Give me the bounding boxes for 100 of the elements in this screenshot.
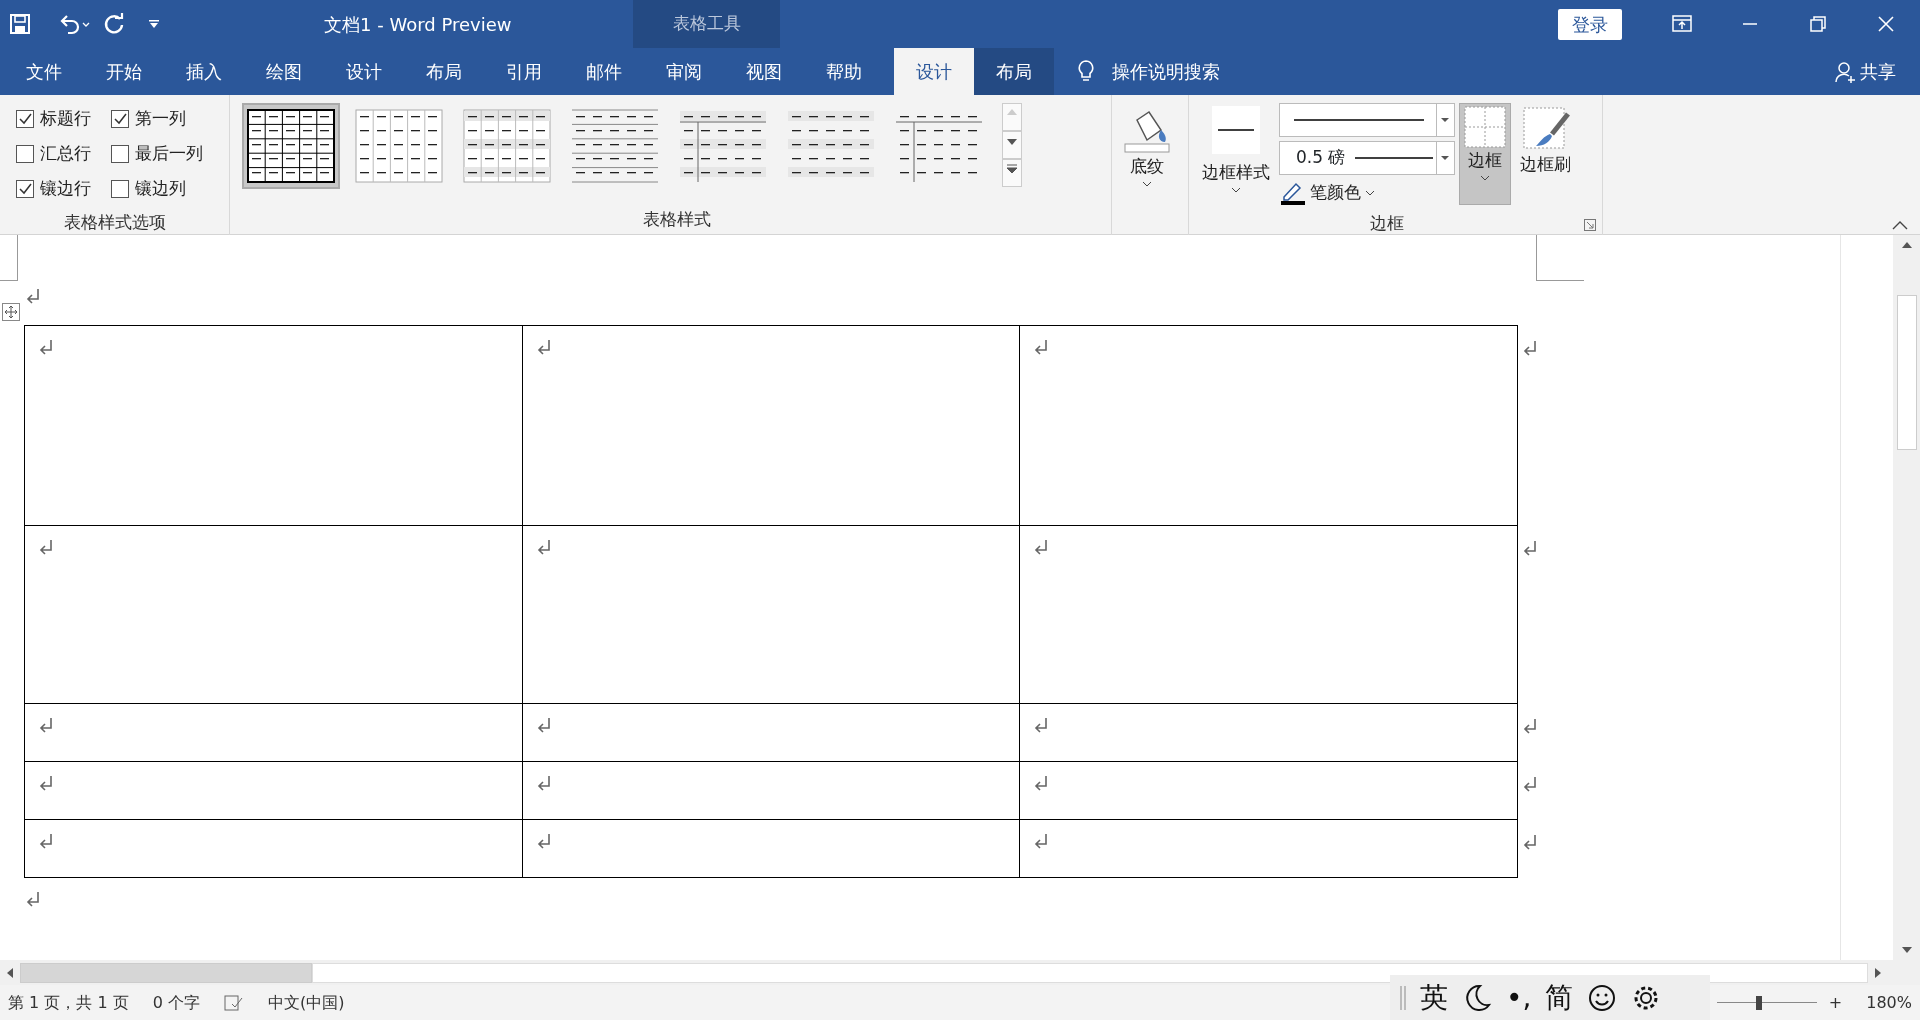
paragraph-mark-icon — [37, 773, 55, 792]
ribbon-tab[interactable]: 邮件 — [564, 48, 644, 95]
checkbox-label: 第一列 — [135, 106, 186, 130]
ribbon-tab[interactable]: 文件 — [4, 48, 84, 95]
dialog-launcher-icon[interactable] — [1584, 218, 1596, 231]
line-style-dropdown[interactable] — [1279, 103, 1455, 137]
ribbon-tab[interactable]: 设计 — [894, 48, 974, 95]
zoom-in-button[interactable]: + — [1828, 990, 1843, 1015]
horizontal-scrollbar[interactable] — [0, 960, 1920, 985]
tell-me-search[interactable]: 操作说明搜索 — [1112, 58, 1220, 85]
caret-icon — [1365, 188, 1375, 197]
language-indicator[interactable]: 中文(中国) — [267, 990, 345, 1015]
pen-icon — [1280, 180, 1306, 205]
table-cell[interactable] — [1019, 525, 1518, 704]
script-toggle[interactable]: 简 — [1545, 976, 1574, 1019]
login-button[interactable]: 登录 — [1558, 8, 1622, 40]
gallery-more-icon[interactable] — [1002, 159, 1022, 187]
ribbon-tab[interactable]: 插入 — [164, 48, 244, 95]
table-cell[interactable] — [1019, 325, 1518, 526]
paragraph-mark-icon — [37, 337, 55, 356]
page-count[interactable]: 第 1 页，共 1 页 — [8, 990, 129, 1015]
table-cell[interactable] — [1019, 819, 1518, 878]
punctuation-toggle[interactable]: •, — [1506, 976, 1532, 1019]
crop-mark — [0, 235, 19, 281]
checkbox[interactable] — [111, 179, 129, 198]
table-cell[interactable] — [522, 525, 1020, 704]
table-cell[interactable] — [24, 819, 523, 878]
checkbox-label: 最后一列 — [135, 141, 203, 165]
table-style-thumbnail[interactable] — [352, 108, 446, 184]
ribbon-tab[interactable]: 绘图 — [244, 48, 324, 95]
paragraph-mark-icon — [1521, 832, 1539, 851]
save-icon[interactable] — [9, 13, 31, 35]
person-icon[interactable] — [1834, 59, 1856, 84]
table-style-thumbnail[interactable] — [460, 108, 554, 184]
table-cell[interactable] — [522, 761, 1020, 820]
table-cell[interactable] — [522, 703, 1020, 762]
table-cell[interactable] — [24, 703, 523, 762]
ribbon-tab[interactable]: 视图 — [724, 48, 804, 95]
paragraph-mark-icon — [24, 287, 42, 305]
redo-icon[interactable] — [103, 13, 125, 35]
group-label: 表格样式选项 — [62, 211, 167, 234]
ribbon-tab[interactable]: 帮助 — [804, 48, 884, 95]
table-cell[interactable] — [1019, 703, 1518, 762]
borders-grid-icon — [1464, 106, 1506, 148]
caret-icon — [1231, 185, 1241, 194]
context-tab-label: 表格工具 — [633, 0, 781, 48]
checkbox-label: 标题行 — [40, 106, 91, 130]
table-cell[interactable] — [1019, 761, 1518, 820]
customize-icon[interactable] — [148, 19, 160, 29]
pen-color-button[interactable]: 笔颜色 — [1279, 179, 1455, 207]
zoom-level[interactable]: 180% — [1866, 990, 1912, 1015]
ribbon-tab[interactable]: 布局 — [404, 48, 484, 95]
paragraph-mark-icon — [1521, 338, 1539, 357]
checkbox-label: 汇总行 — [40, 141, 91, 165]
ribbon-tab[interactable]: 布局 — [974, 48, 1054, 95]
checkbox[interactable] — [16, 144, 34, 163]
check-icon — [113, 111, 127, 126]
ribbon-tab[interactable]: 引用 — [484, 48, 564, 95]
paragraph-mark-icon — [1521, 774, 1539, 793]
gallery-down-icon[interactable] — [1002, 131, 1022, 159]
table-cell[interactable] — [24, 761, 523, 820]
check-icon — [18, 111, 32, 126]
restore-icon[interactable] — [1807, 13, 1829, 35]
checkbox[interactable] — [111, 109, 129, 128]
table-style-thumbnail[interactable] — [244, 108, 338, 184]
border-painter-button[interactable]: 边框刷 — [1515, 103, 1576, 207]
share-button[interactable]: 共享 — [1860, 58, 1896, 85]
borders-button[interactable]: 边框 — [1459, 103, 1511, 205]
group-label: 边框 — [1368, 211, 1405, 235]
table-cell[interactable] — [522, 325, 1020, 526]
ribbon-tab[interactable]: 审阅 — [644, 48, 724, 95]
table-cell[interactable] — [24, 525, 523, 704]
pen-weight-dropdown[interactable]: 0.5 磅 — [1279, 141, 1455, 175]
paragraph-mark-icon — [24, 890, 42, 908]
input-mode-toggle[interactable]: 英 — [1420, 976, 1448, 1019]
checkbox[interactable] — [111, 144, 129, 163]
scroll-thumb[interactable] — [20, 962, 312, 983]
ribbon-display-icon[interactable] — [1671, 13, 1693, 35]
toolbar-grip-icon[interactable] — [1400, 985, 1406, 1010]
zoom-slider-thumb[interactable] — [1756, 995, 1763, 1010]
border-styles-button[interactable]: 边框样式 — [1197, 103, 1275, 207]
vertical-scrollbar[interactable] — [1893, 235, 1920, 960]
smiley-icon[interactable] — [1587, 982, 1618, 1013]
word-count[interactable]: 0 个字 — [152, 990, 200, 1015]
shading-button[interactable]: 底纹 — [1112, 103, 1182, 191]
table-move-handle-icon[interactable] — [2, 303, 20, 321]
ribbon-tab[interactable]: 开始 — [84, 48, 164, 95]
scroll-thumb[interactable] — [1896, 295, 1917, 450]
zoom-slider[interactable] — [1716, 995, 1817, 1010]
checkbox[interactable] — [16, 109, 34, 128]
border-painter-icon — [1521, 106, 1570, 152]
ribbon-tab[interactable]: 设计 — [324, 48, 404, 95]
table-cell[interactable] — [522, 819, 1020, 878]
collapse-ribbon-icon[interactable] — [1892, 220, 1908, 230]
check-icon — [18, 181, 32, 196]
proofing-icon[interactable] — [223, 993, 244, 1012]
checkbox[interactable] — [16, 179, 34, 198]
caret-icon — [1480, 173, 1490, 182]
paragraph-mark-icon — [37, 715, 55, 734]
table-cell[interactable] — [24, 325, 523, 526]
